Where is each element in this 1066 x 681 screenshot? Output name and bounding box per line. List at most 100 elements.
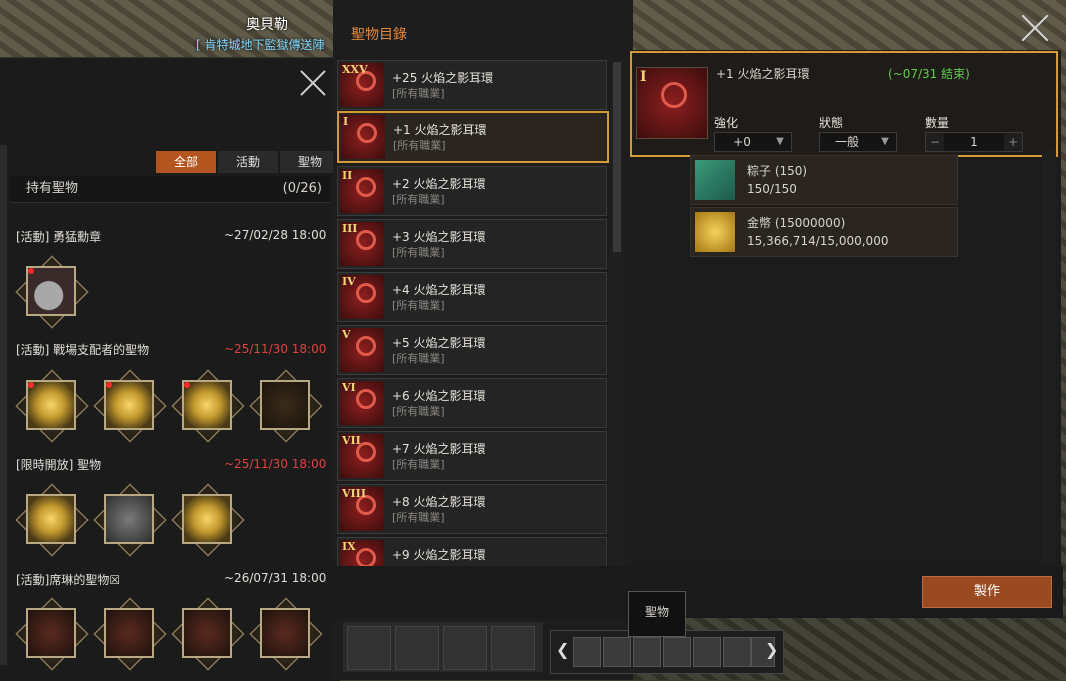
relic-gold-icon[interactable] [15, 369, 89, 443]
detail-scrollbar[interactable] [1042, 150, 1056, 564]
sword-icon[interactable] [573, 637, 601, 667]
chevron-down-icon: ▼ [776, 136, 784, 147]
item-class: [所有職業] [393, 139, 446, 152]
tier-numeral: II [342, 169, 353, 182]
enhance-label: 強化 [714, 116, 739, 130]
next-arrow-icon[interactable]: ❯ [765, 640, 778, 659]
item-name: +9 火焰之影耳環 [392, 548, 486, 562]
material-row: 粽子 (150) 150/150 [690, 155, 958, 205]
tab-event[interactable]: 活動 [218, 151, 278, 173]
relic-gold-icon[interactable] [171, 369, 245, 443]
tab-relic[interactable]: 聖物 [280, 151, 340, 173]
owned-count: (0/26) [282, 181, 322, 196]
craft-button[interactable]: 製作 [922, 576, 1052, 608]
skull-icon[interactable] [633, 637, 661, 667]
item-class: [所有職業] [392, 246, 445, 259]
item-name: +8 火焰之影耳環 [392, 495, 486, 509]
catalog-item-selected[interactable]: I +1 火焰之影耳環 [所有職業] [337, 111, 609, 163]
gold-coin-icon [695, 212, 735, 252]
material-name: 金幣 (15000000) [747, 216, 846, 230]
material-amount: 150/150 [747, 182, 797, 196]
catalog-item[interactable]: III +3 火焰之影耳環 [所有職業] [337, 219, 607, 269]
item-name: +25 火焰之影耳環 [392, 71, 494, 85]
chevron-down-icon: ▼ [881, 136, 889, 147]
catalog-title: 聖物目錄 [351, 27, 407, 43]
item-name: +2 火焰之影耳環 [392, 177, 486, 191]
hotbar-slot[interactable] [347, 626, 391, 670]
relic-dark-icon[interactable] [249, 597, 323, 671]
item-class: [所有職業] [392, 193, 445, 206]
catalog-item[interactable]: IX +9 火焰之影耳環 [337, 537, 607, 568]
material-row: 金幣 (15000000) 15,366,714/15,000,000 [690, 207, 958, 257]
hotbar-slot[interactable] [491, 626, 535, 670]
state-value: 一般 [834, 135, 859, 149]
group-title: [活動] 戰場支配者的聖物 [16, 343, 150, 357]
enhance-value: +0 [733, 135, 751, 149]
relic-book-icon[interactable] [93, 483, 167, 557]
enhance-select[interactable]: +0 ▼ [714, 132, 792, 152]
material-name: 粽子 (150) [747, 164, 808, 178]
relic-bow-icon[interactable] [249, 369, 323, 443]
item-class: [所有職業] [392, 299, 445, 312]
emblem-icon[interactable] [723, 637, 751, 667]
demon-icon[interactable] [693, 637, 721, 667]
left-scrollbar[interactable] [0, 145, 7, 665]
catalog-item[interactable]: V +5 火焰之影耳環 [所有職業] [337, 325, 607, 375]
tier-numeral: III [342, 222, 358, 235]
tier-numeral: I [640, 69, 647, 85]
group-title: [活動] 勇猛勳章 [16, 230, 102, 244]
hotbar-slot[interactable] [395, 626, 439, 670]
catalog-item[interactable]: II +2 火焰之影耳環 [所有職業] [337, 166, 607, 216]
catalog-item[interactable]: VIII +8 火焰之影耳環 [所有職業] [337, 484, 607, 534]
relic-dark-icon[interactable] [171, 597, 245, 671]
town-name: 奧貝勒 [246, 17, 288, 33]
item-name: +6 火焰之影耳環 [392, 389, 486, 403]
catalog-scrollbar[interactable] [610, 58, 624, 566]
close-icon[interactable] [1019, 12, 1051, 44]
catalog-item[interactable]: VII +7 火焰之影耳環 [所有職業] [337, 431, 607, 481]
item-name: +1 火焰之影耳環 [393, 123, 487, 137]
relic-filter-tabs: 全部 活動 聖物 [156, 151, 340, 173]
earring-icon [636, 67, 708, 139]
quantity-plus-button[interactable]: + [1004, 133, 1022, 151]
close-icon[interactable] [298, 68, 328, 98]
zongzi-icon [695, 160, 735, 200]
relic-medal-icon[interactable] [15, 255, 89, 329]
quantity-label: 數量 [925, 116, 950, 130]
quantity-stepper[interactable]: − 1 + [925, 132, 1023, 152]
group-title: [限時開放] 聖物 [16, 458, 102, 472]
tooltip: 聖物 [628, 591, 686, 637]
tier-numeral: VI [342, 381, 356, 394]
teleport-label[interactable]: [ 肯特城地下監獄傳送陣 [196, 36, 325, 53]
tier-numeral: XXV [342, 63, 368, 76]
hotbar-slot[interactable] [443, 626, 487, 670]
detail-item-name: +1 火焰之影耳環 [716, 67, 810, 81]
tier-numeral: VII [342, 434, 361, 447]
item-class: [所有職業] [392, 352, 445, 365]
relic-gold-icon[interactable] [15, 483, 89, 557]
catalog-item[interactable]: XXV +25 火焰之影耳環 [所有職業] [337, 60, 607, 110]
tier-numeral: IX [342, 540, 356, 553]
state-label: 狀態 [819, 116, 844, 130]
group-title: [活動]席琳的聖物☒ [16, 573, 121, 587]
catalog-item[interactable]: VI +6 火焰之影耳環 [所有職業] [337, 378, 607, 428]
state-select[interactable]: 一般 ▼ [819, 132, 897, 152]
relic-dark-icon[interactable] [15, 597, 89, 671]
item-class: [所有職業] [392, 458, 445, 471]
catalog-item[interactable]: IV +4 火焰之影耳環 [所有職業] [337, 272, 607, 322]
relic-gold-icon[interactable] [171, 483, 245, 557]
tier-numeral: VIII [342, 487, 366, 500]
owned-relics-header: 持有聖物 (0/26) [10, 176, 330, 203]
material-amount: 15,366,714/15,000,000 [747, 234, 889, 248]
tier-numeral: I [343, 115, 349, 128]
monster-icon[interactable] [663, 637, 691, 667]
tab-all[interactable]: 全部 [156, 151, 216, 173]
relic-gold-icon[interactable] [93, 369, 167, 443]
quantity-minus-button[interactable]: − [926, 133, 944, 151]
quantity-value[interactable]: 1 [946, 133, 1002, 151]
owned-label: 持有聖物 [26, 181, 79, 196]
map-icon[interactable] [603, 637, 631, 667]
skill-hotbar [343, 622, 543, 672]
prev-arrow-icon[interactable]: ❮ [556, 640, 569, 659]
relic-dark-icon[interactable] [93, 597, 167, 671]
